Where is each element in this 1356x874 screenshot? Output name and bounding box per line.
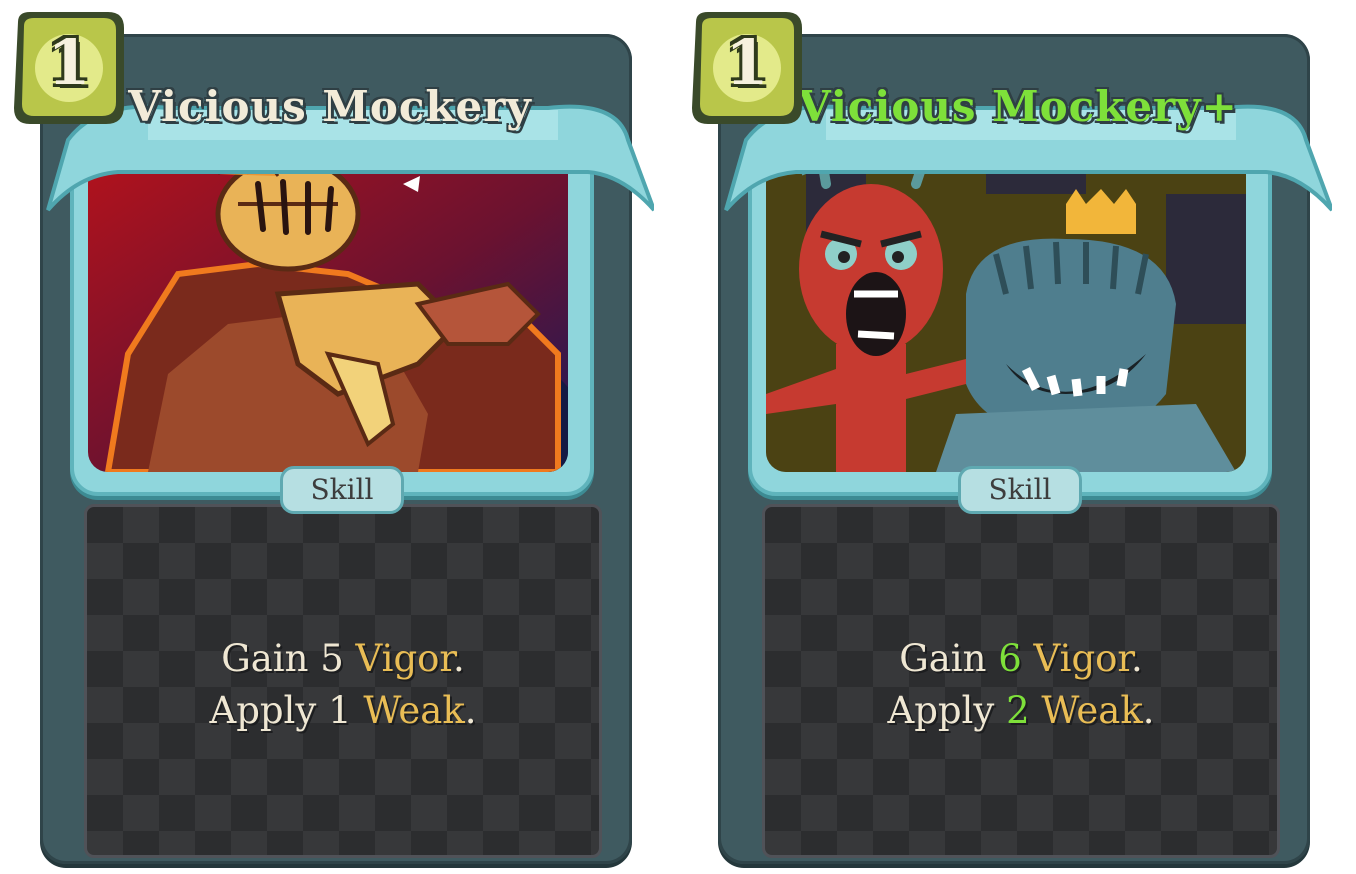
- keyword-weak: Weak: [1041, 689, 1143, 732]
- energy-cost: 1: [725, 26, 769, 99]
- upgraded-value: 2: [1006, 689, 1030, 732]
- description-line-2: Apply 1 Weak.: [209, 689, 477, 732]
- card-title: Vicious Mockery: [128, 82, 532, 131]
- energy-cost-badge: 1: [686, 8, 808, 130]
- energy-cost-badge: 1: [8, 8, 130, 130]
- keyword-vigor: Vigor: [355, 637, 454, 680]
- card-description: Gain 5 Vigor. Apply 1 Weak.: [87, 633, 599, 737]
- keyword-vigor: Vigor: [1033, 637, 1132, 680]
- description-line-2: Apply 2 Weak.: [887, 689, 1155, 732]
- energy-cost: 1: [47, 26, 91, 99]
- description-line-1: Gain 5 Vigor.: [221, 637, 465, 680]
- keyword-weak: Weak: [363, 689, 465, 732]
- card-description: Gain 6 Vigor. Apply 2 Weak.: [765, 633, 1277, 737]
- description-panel: Gain 5 Vigor. Apply 1 Weak.: [84, 504, 602, 858]
- description-panel: Gain 6 Vigor. Apply 2 Weak.: [762, 504, 1280, 858]
- card-type-tag: Skill: [280, 466, 404, 514]
- card-vicious-mockery-upgraded[interactable]: Gain 6 Vigor. Apply 2 Weak. Vicious Mock…: [686, 0, 1332, 874]
- card-type-tag: Skill: [958, 466, 1082, 514]
- card-vicious-mockery[interactable]: Gain 5 Vigor. Apply 1 Weak. Vicious Mock…: [8, 0, 654, 874]
- upgraded-value: 6: [998, 637, 1022, 680]
- card-title: Vicious Mockery+: [798, 82, 1238, 131]
- description-line-1: Gain 6 Vigor.: [899, 637, 1143, 680]
